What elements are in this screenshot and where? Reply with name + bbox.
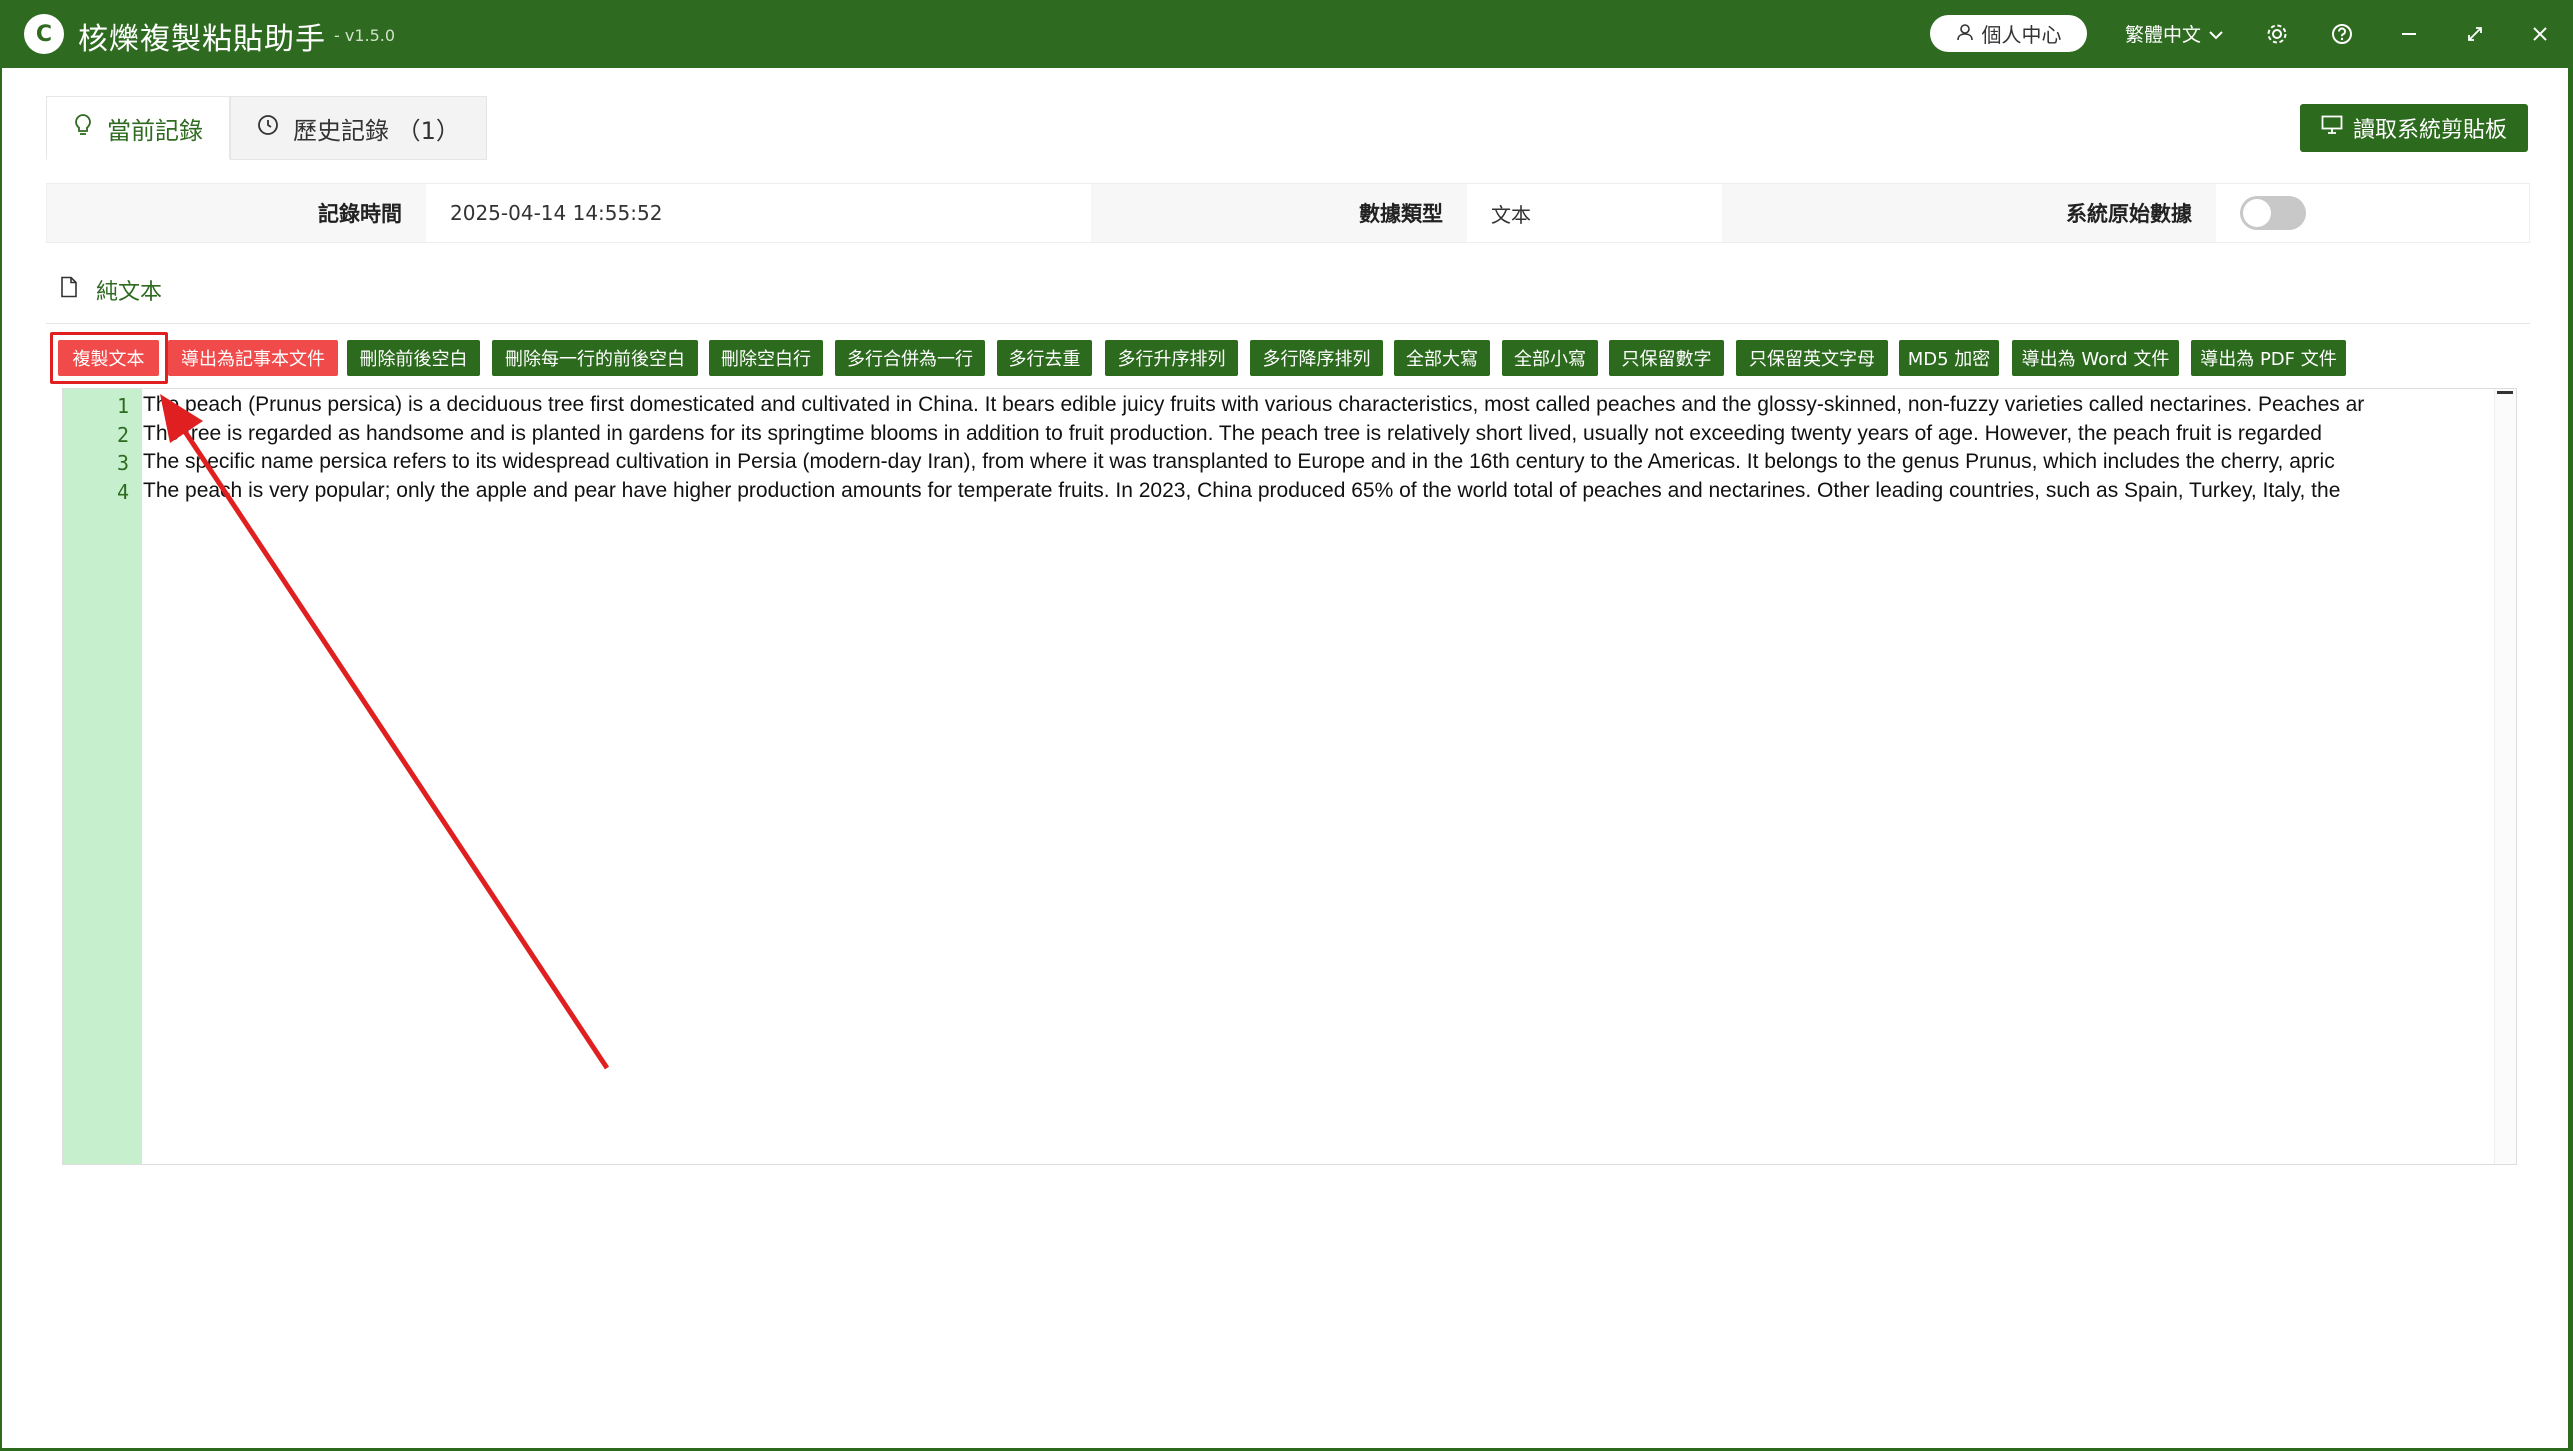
- clock-icon: [257, 114, 279, 142]
- line-number-gutter: [63, 389, 142, 1164]
- subtab-label: 純文本: [96, 280, 163, 305]
- keep-letters-button[interactable]: 只保留英文字母: [1736, 340, 1888, 376]
- data-type-value: 文本: [1467, 184, 1722, 242]
- text-editor[interactable]: 1 2 3 4 The peach (Prunus persica) is a …: [62, 388, 2517, 1165]
- raw-data-toggle-cell: [2216, 184, 2529, 242]
- trim-whitespace-button[interactable]: 刪除前後空白: [347, 340, 480, 376]
- close-icon[interactable]: [2524, 18, 2556, 50]
- lowercase-button[interactable]: 全部小寫: [1502, 340, 1598, 376]
- data-type-label: 數據類型: [1091, 184, 1467, 242]
- sort-descending-button[interactable]: 多行降序排列: [1250, 340, 1383, 376]
- remove-blank-lines-button[interactable]: 刪除空白行: [709, 340, 823, 376]
- export-notepad-button[interactable]: 導出為記事本文件: [168, 340, 338, 376]
- main-panel: 當前記錄 歷史記錄 （1） 讀取系統剪貼板 記錄時間 2025-04-14 14…: [2, 68, 2568, 1448]
- app-logo: C: [24, 14, 64, 54]
- line-number: 4: [116, 480, 129, 504]
- language-select[interactable]: 繁體中文: [2125, 20, 2223, 47]
- maximize-icon[interactable]: [2459, 18, 2491, 50]
- bulb-icon: [73, 113, 93, 143]
- raw-data-toggle[interactable]: [2240, 196, 2306, 230]
- read-clipboard-label: 讀取系統剪貼板: [2352, 118, 2507, 143]
- sort-ascending-button[interactable]: 多行升序排列: [1105, 340, 1238, 376]
- line-number: 1: [116, 394, 129, 418]
- keep-digits-button[interactable]: 只保留數字: [1609, 340, 1724, 376]
- editor-scrollbar[interactable]: [2494, 389, 2516, 1164]
- title-bar: C 核爍複製粘貼助手 - v1.5.0 個人中心 繁體中文: [0, 0, 2573, 68]
- record-tabs: 當前記錄 歷史記錄 （1）: [46, 96, 487, 160]
- copy-button-highlight: [50, 332, 168, 384]
- app-version: - v1.5.0: [334, 26, 396, 45]
- uppercase-button[interactable]: 全部大寫: [1394, 340, 1490, 376]
- dedupe-lines-button[interactable]: 多行去重: [997, 340, 1092, 376]
- line-number: 3: [116, 451, 129, 475]
- app-title: 核爍複製粘貼助手: [78, 22, 326, 57]
- scrollbar-thumb[interactable]: [2497, 391, 2513, 394]
- tab-current-record[interactable]: 當前記錄: [46, 96, 230, 160]
- monitor-icon: [2321, 115, 2343, 141]
- export-word-button[interactable]: 導出為 Word 文件: [2012, 340, 2179, 376]
- subtab-divider: [46, 323, 2530, 324]
- record-time-label: 記錄時間: [47, 184, 426, 242]
- editor-line: The peach (Prunus persica) is a deciduou…: [143, 393, 2365, 416]
- merge-lines-button[interactable]: 多行合併為一行: [835, 340, 985, 376]
- record-time-value: 2025-04-14 14:55:52: [426, 184, 1091, 242]
- read-clipboard-button[interactable]: 讀取系統剪貼板: [2300, 104, 2528, 152]
- minimize-icon[interactable]: [2393, 18, 2425, 50]
- record-info-row: 記錄時間 2025-04-14 14:55:52 數據類型 文本 系統原始數據: [46, 183, 2530, 243]
- user-center-label: 個人中心: [1981, 23, 2062, 47]
- line-number: 2: [116, 423, 129, 447]
- user-icon: [1956, 22, 1974, 46]
- editor-line: The tree is regarded as handsome and is …: [143, 422, 2322, 445]
- app-window: C 核爍複製粘貼助手 - v1.5.0 個人中心 繁體中文 當前記錄 歷史記錄 …: [0, 0, 2573, 1451]
- trim-each-line-button[interactable]: 刪除每一行的前後空白: [492, 340, 698, 376]
- export-pdf-button[interactable]: 導出為 PDF 文件: [2191, 340, 2346, 376]
- editor-line: The specific name persica refers to its …: [143, 450, 2335, 473]
- document-icon: [60, 276, 78, 304]
- gear-icon[interactable]: [2261, 18, 2293, 50]
- text-toolbar: 複製文本 導出為記事本文件 刪除前後空白 刪除每一行的前後空白 刪除空白行 多行…: [2, 340, 2568, 378]
- language-label: 繁體中文: [2125, 24, 2202, 46]
- user-center-button[interactable]: 個人中心: [1930, 15, 2087, 52]
- raw-data-label: 系統原始數據: [1722, 184, 2216, 242]
- tab-history-record[interactable]: 歷史記錄 （1）: [230, 96, 487, 160]
- subtab-plain-text[interactable]: 純文本: [60, 274, 162, 306]
- chevron-down-icon: [2209, 23, 2223, 45]
- editor-line: The peach is very popular; only the appl…: [143, 479, 2341, 502]
- help-icon[interactable]: [2326, 18, 2358, 50]
- md5-encrypt-button[interactable]: MD5 加密: [1899, 340, 1999, 376]
- tab-label: 歷史記錄 （1）: [293, 116, 460, 145]
- tab-label: 當前記錄: [107, 116, 203, 145]
